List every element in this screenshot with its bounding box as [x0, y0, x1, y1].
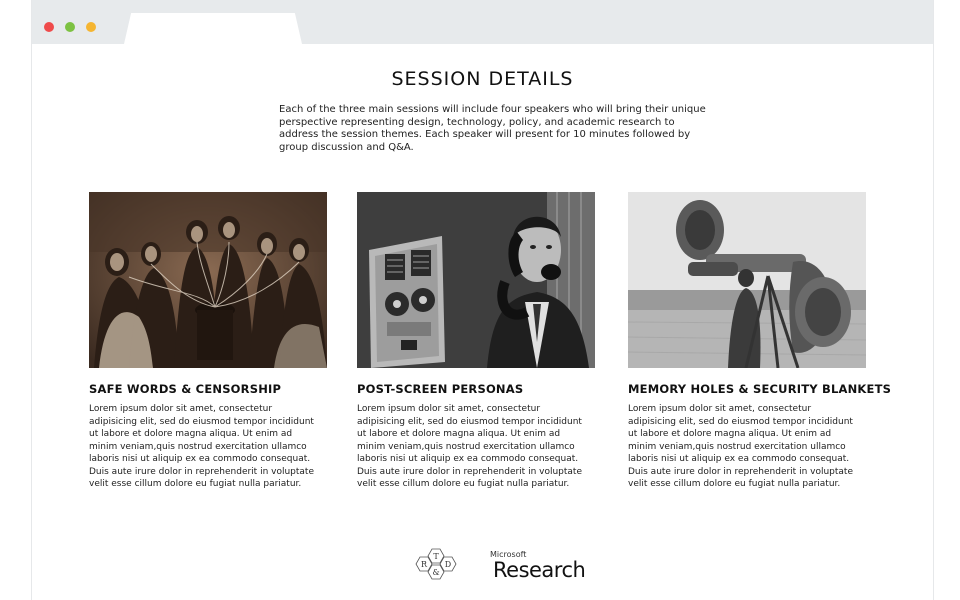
session-title: SAFE WORDS & CENSORSHIP [89, 382, 282, 396]
minimize-window-button[interactable] [65, 22, 75, 32]
research-wordmark[interactable]: Research [493, 558, 586, 582]
logo-letter: D [445, 560, 451, 569]
session-photo-listening-horn [628, 192, 866, 368]
session-photo-phonograph [89, 192, 327, 368]
session-title: MEMORY HOLES & SECURITY BLANKETS [628, 382, 892, 396]
session-photo-telephone [357, 192, 595, 368]
browser-window: SESSION DETAILS Each of the three main s… [31, 0, 934, 600]
session-card-safe-words: SAFE WORDS & CENSORSHIP Lorem ipsum dolo… [89, 192, 327, 491]
session-description: Lorem ipsum dolor sit amet, consectetur … [357, 404, 582, 489]
maximize-window-button[interactable] [86, 22, 96, 32]
phonograph-photo-image [89, 192, 327, 368]
close-window-button[interactable] [44, 22, 54, 32]
session-card-post-screen: POST-SCREEN PERSONAS Lorem ipsum dolor s… [357, 192, 595, 491]
logo-letter: T [433, 552, 439, 561]
logo-letter: R [421, 560, 428, 569]
browser-chrome [32, 0, 933, 44]
session-card-memory-holes: MEMORY HOLES & SECURITY BLANKETS Lorem i… [628, 192, 892, 491]
logo-letter: & [432, 568, 439, 577]
listening-horn-photo-image [628, 192, 866, 368]
session-description: Lorem ipsum dolor sit amet, consectetur … [89, 404, 314, 489]
page-title: SESSION DETAILS [391, 68, 574, 90]
hexagon-logo-icon: T R & D [415, 548, 457, 580]
session-title: POST-SCREEN PERSONAS [357, 382, 524, 396]
session-description: Lorem ipsum dolor sit amet, consectetur … [628, 404, 853, 489]
telephone-photo-image [357, 192, 595, 368]
footer-logos: T R & D Microsoft Research [410, 547, 610, 583]
trd-hexagon-logo[interactable]: T R & D [410, 547, 470, 583]
browser-tab[interactable] [124, 13, 302, 44]
intro-paragraph: Each of the three main sessions will inc… [279, 104, 706, 153]
